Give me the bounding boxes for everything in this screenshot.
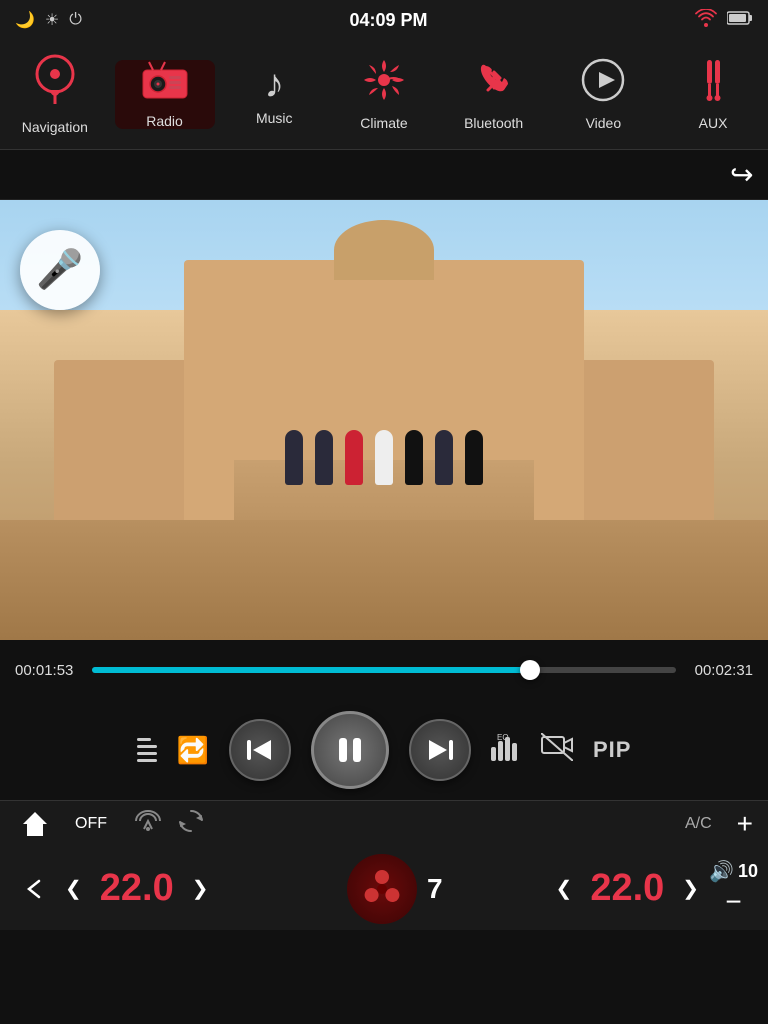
moon-icon: 🌙 [15, 10, 35, 30]
fan-speed-value: 7 [427, 873, 443, 905]
status-left-icons: 🌙 ☀ ⏻ [15, 10, 82, 30]
person-1 [285, 430, 303, 485]
nav-item-navigation[interactable]: Navigation [5, 54, 105, 135]
building-wing-right [564, 360, 714, 540]
person-5 [405, 430, 423, 485]
pip-button[interactable]: PIP [593, 737, 631, 763]
nav-label-video: Video [586, 115, 622, 131]
climate-icon [362, 58, 406, 109]
current-time: 00:01:53 [15, 662, 80, 679]
nav-item-aux[interactable]: AUX [663, 58, 763, 131]
ground [0, 520, 768, 640]
play-pause-button[interactable] [311, 711, 389, 789]
person-4 [375, 430, 393, 485]
timeline-area: 00:01:53 00:02:31 [0, 640, 768, 700]
building-dome [334, 220, 434, 280]
progress-bar[interactable] [92, 667, 676, 673]
volume-minus-button[interactable]: − [725, 886, 741, 918]
radio-icon [141, 60, 189, 107]
nav-item-music[interactable]: ♪ Music [224, 64, 324, 126]
svg-text:EQ: EQ [497, 733, 509, 742]
progress-fill [92, 667, 530, 673]
volume-value: 10 [738, 861, 758, 882]
right-temp-value: 22.0 [582, 867, 672, 910]
music-icon: ♪ [264, 64, 284, 104]
total-time: 00:02:31 [688, 662, 753, 679]
ac-label: A/C [685, 815, 712, 833]
status-right-icons [695, 9, 753, 32]
nav-label-navigation: Navigation [22, 119, 88, 135]
eq-icon: EQ [491, 733, 521, 767]
nav-label-radio: Radio [146, 113, 183, 129]
navigation-icon [35, 54, 75, 113]
building-wing-left [54, 360, 204, 540]
no-video-button[interactable] [541, 733, 573, 767]
fan-row: 7 [347, 854, 417, 924]
nav-label-aux: AUX [699, 115, 728, 131]
progress-thumb[interactable] [520, 660, 540, 680]
sun-icon: ☀ [45, 10, 59, 30]
climate-bottom-row: ❮ 22.0 ❯ 7 ❮ 22.0 ❯ [0, 846, 768, 931]
video-icon [581, 58, 625, 109]
status-bar: 🌙 ☀ ⏻ 04:09 PM [0, 0, 768, 40]
video-scene [0, 200, 768, 640]
climate-bar: OFF A/C + [0, 800, 768, 930]
next-button[interactable] [409, 719, 471, 781]
volume-icon: 🔊 [709, 859, 734, 884]
volume-control: 🔊 10 − [709, 859, 758, 918]
nav-label-climate: Climate [360, 115, 407, 131]
volume-plus-button[interactable]: + [737, 808, 753, 840]
person-3 [345, 430, 363, 485]
playlist-button[interactable] [137, 738, 157, 762]
controls-area: 🔁 EQ [0, 700, 768, 800]
mic-icon: 🎤 [36, 248, 83, 292]
person-6 [435, 430, 453, 485]
person-2 [315, 430, 333, 485]
aux-icon [691, 58, 735, 109]
left-temp-value: 22.0 [92, 867, 182, 910]
power-icon: ⏻ [69, 11, 82, 29]
nav-item-radio[interactable]: Radio [115, 60, 215, 129]
off-label: OFF [75, 815, 107, 833]
back-bar: ↩ [0, 150, 768, 200]
sync-icon [177, 807, 205, 841]
nav-label-bluetooth: Bluetooth [464, 115, 523, 131]
nav-item-climate[interactable]: Climate [334, 58, 434, 131]
person-7 [465, 430, 483, 485]
battery-icon [727, 11, 753, 30]
fan-direction-icon [132, 807, 164, 841]
home-button[interactable] [10, 801, 60, 846]
repeat-button[interactable]: 🔁 [177, 735, 209, 766]
eq-button[interactable]: EQ [491, 733, 521, 767]
mic-button[interactable]: 🎤 [20, 230, 100, 310]
nav-item-video[interactable]: Video [553, 58, 653, 131]
left-temp-up[interactable]: ❯ [187, 871, 214, 906]
fan-button[interactable] [347, 854, 417, 924]
prev-button[interactable] [229, 719, 291, 781]
left-temp-down[interactable]: ❮ [60, 871, 87, 906]
right-temp-up[interactable]: ❯ [677, 871, 704, 906]
video-area: 🎤 [0, 200, 768, 640]
wifi-icon [695, 9, 717, 32]
left-temp-control: ❮ 22.0 ❯ [60, 867, 214, 910]
climate-top-row: OFF A/C + [0, 801, 768, 846]
right-temp-control: ❮ 22.0 ❯ [551, 867, 705, 910]
back-button[interactable]: ↩ [730, 158, 753, 191]
nav-item-bluetooth[interactable]: Bluetooth [444, 58, 544, 131]
fan-center-control: 7 [214, 854, 551, 924]
nav-bar: Navigation Radio ♪ Music [0, 40, 768, 150]
right-temp-down[interactable]: ❮ [551, 871, 578, 906]
climate-back-button[interactable] [10, 866, 60, 911]
status-time: 04:09 PM [349, 10, 427, 31]
nav-label-music: Music [256, 110, 293, 126]
people-group [285, 430, 483, 485]
bluetooth-icon [472, 58, 516, 109]
